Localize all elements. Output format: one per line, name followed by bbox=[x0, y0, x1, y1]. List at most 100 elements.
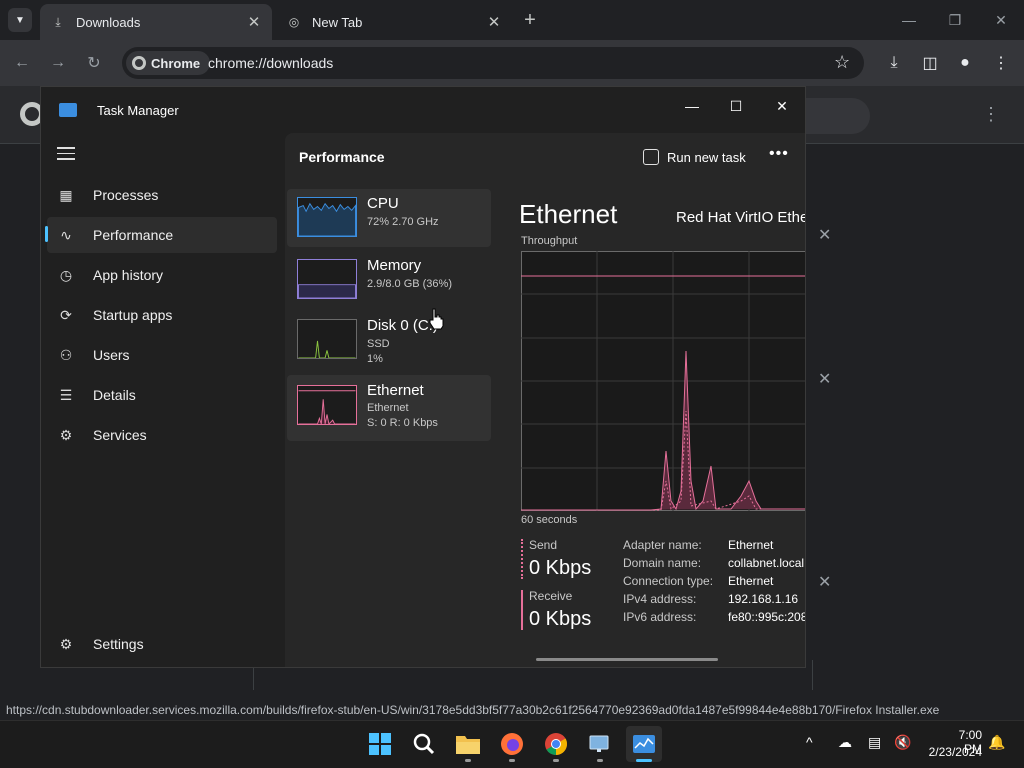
selection-indicator bbox=[45, 226, 48, 242]
tab-label: Downloads bbox=[76, 14, 141, 30]
url-text[interactable]: chrome://downloads bbox=[208, 55, 333, 71]
nav-users[interactable]: ⚇ Users bbox=[47, 337, 277, 373]
forward-button[interactable]: → bbox=[46, 51, 70, 75]
nav-label: Performance bbox=[93, 227, 174, 243]
running-indicator bbox=[509, 759, 515, 762]
search-icon bbox=[413, 733, 435, 755]
clock-date[interactable]: 2/23/2024 bbox=[924, 745, 982, 759]
chip-label: Chrome bbox=[151, 55, 201, 71]
remove-download-icon[interactable]: ✕ bbox=[818, 225, 831, 245]
task-manager-icon bbox=[633, 735, 655, 753]
chrome-icon bbox=[545, 733, 567, 755]
info-label: IPv6 address: bbox=[623, 610, 697, 624]
network-app-icon bbox=[589, 735, 609, 752]
chrome-icon: ◎ bbox=[288, 15, 300, 29]
downloads-icon[interactable]: ⤓ bbox=[883, 52, 905, 74]
firefox-button[interactable] bbox=[494, 726, 530, 762]
nav-startup-apps[interactable]: ⟳ Startup apps bbox=[47, 297, 277, 333]
ethernet-thumbnail bbox=[297, 385, 357, 425]
nav-settings[interactable]: ⚙ Settings bbox=[47, 626, 277, 662]
device-detail: Ethernet bbox=[367, 402, 409, 414]
chrome-button[interactable] bbox=[538, 726, 574, 762]
time-span-label: 60 seconds bbox=[521, 514, 578, 526]
info-value: collabnet.local bbox=[728, 556, 805, 570]
nav-app-history[interactable]: ◷ App history bbox=[47, 257, 277, 293]
file-explorer-button[interactable] bbox=[450, 726, 486, 762]
device-card-ethernet[interactable]: Ethernet Ethernet S: 0 R: 0 Kbps bbox=[287, 375, 491, 441]
chevron-down-icon: ▼ bbox=[15, 14, 25, 26]
task-manager-button[interactable] bbox=[626, 726, 662, 762]
network-icon[interactable]: ▤ bbox=[868, 734, 881, 751]
notification-bell-icon[interactable]: 🔔 bbox=[988, 734, 1005, 751]
close-icon[interactable]: ✕ bbox=[486, 13, 502, 31]
network-app-button[interactable] bbox=[582, 726, 618, 762]
maximize-button[interactable]: ☐ bbox=[713, 91, 759, 121]
close-window-button[interactable]: ✕ bbox=[978, 0, 1024, 40]
device-detail: 2.9/8.0 GB (36%) bbox=[367, 278, 452, 290]
nav-label: Processes bbox=[93, 187, 159, 203]
running-indicator bbox=[465, 759, 471, 762]
close-button[interactable]: ✕ bbox=[759, 91, 805, 121]
minimize-button[interactable]: — bbox=[886, 0, 932, 40]
back-button[interactable]: ← bbox=[10, 51, 34, 75]
receive-value: 0 Kbps bbox=[529, 608, 592, 630]
volume-muted-icon[interactable]: 🔇 bbox=[894, 734, 911, 751]
site-info-chip[interactable]: Chrome bbox=[126, 51, 211, 75]
start-button[interactable] bbox=[362, 726, 398, 762]
memory-thumbnail bbox=[297, 259, 357, 299]
window-title: Task Manager bbox=[97, 103, 179, 118]
start-icon bbox=[369, 733, 391, 755]
device-card-memory[interactable]: Memory 2.9/8.0 GB (36%) bbox=[287, 251, 491, 309]
onedrive-icon[interactable]: ☁ bbox=[838, 734, 852, 751]
file-explorer-icon bbox=[456, 736, 480, 754]
processes-icon: ▦ bbox=[59, 186, 73, 203]
new-tab-button[interactable]: + bbox=[518, 9, 542, 33]
send-value: 0 Kbps bbox=[529, 557, 592, 579]
hamburger-menu-icon[interactable] bbox=[57, 147, 75, 161]
close-icon[interactable]: ✕ bbox=[246, 13, 262, 31]
nav-services[interactable]: ⚙ Services bbox=[47, 417, 277, 453]
bookmark-star-icon[interactable]: ☆ bbox=[834, 52, 850, 73]
tab-new-tab[interactable]: ◎ New Tab ✕ bbox=[276, 4, 512, 40]
adapter-model: Red Hat VirtIO Ethe bbox=[676, 209, 806, 226]
profile-icon[interactable]: ● bbox=[954, 52, 976, 74]
nav-label: Details bbox=[93, 387, 136, 403]
active-indicator bbox=[636, 759, 652, 762]
remove-download-icon[interactable]: ✕ bbox=[818, 572, 831, 592]
nav-label: Services bbox=[93, 427, 147, 443]
device-detail: S: 0 R: 0 Kbps bbox=[367, 417, 438, 429]
horizontal-scrollbar[interactable] bbox=[536, 658, 718, 661]
cpu-thumbnail bbox=[297, 197, 357, 237]
chevron-up-icon[interactable]: ^ bbox=[806, 734, 813, 750]
reload-button[interactable]: ↻ bbox=[82, 51, 106, 75]
app-history-icon: ◷ bbox=[59, 266, 73, 283]
nav-processes[interactable]: ▦ Processes bbox=[47, 177, 277, 213]
download-icon: ⤓ bbox=[55, 14, 61, 29]
device-card-disk[interactable]: Disk 0 (C:) SSD 1% bbox=[287, 311, 491, 369]
firefox-icon bbox=[501, 733, 523, 755]
task-manager-window: Task Manager — ☐ ✕ ▦ Processes ∿ Perform… bbox=[40, 86, 806, 668]
more-options-icon[interactable]: ••• bbox=[769, 145, 789, 163]
info-value: Ethernet bbox=[728, 538, 774, 552]
side-panel-icon[interactable]: ◫ bbox=[919, 52, 941, 74]
menu-kebab-icon[interactable]: ⋮ bbox=[990, 52, 1012, 74]
nav-performance[interactable]: ∿ Performance bbox=[47, 217, 277, 253]
nav-label: Startup apps bbox=[93, 307, 173, 323]
search-button[interactable] bbox=[406, 726, 442, 762]
tab-search-button[interactable]: ▼ bbox=[8, 8, 32, 32]
receive-legend-line bbox=[521, 590, 523, 630]
receive-label: Receive bbox=[529, 589, 573, 603]
run-new-task-button[interactable]: Run new task bbox=[643, 145, 746, 169]
tab-downloads[interactable]: ⤓ Downloads ✕ bbox=[40, 4, 272, 40]
send-label: Send bbox=[529, 538, 558, 552]
restore-button[interactable]: ❐ bbox=[932, 0, 978, 40]
startup-apps-icon: ⟳ bbox=[60, 306, 72, 323]
graph-label: Throughput bbox=[521, 235, 578, 247]
remove-download-icon[interactable]: ✕ bbox=[818, 369, 831, 389]
device-card-cpu[interactable]: CPU 72% 2.70 GHz bbox=[287, 189, 491, 247]
nav-details[interactable]: ☰ Details bbox=[47, 377, 277, 413]
downloads-menu-icon[interactable]: ⋮ bbox=[982, 104, 1000, 125]
running-indicator bbox=[553, 759, 559, 762]
minimize-button[interactable]: — bbox=[669, 91, 715, 121]
info-label: Adapter name: bbox=[623, 538, 702, 552]
